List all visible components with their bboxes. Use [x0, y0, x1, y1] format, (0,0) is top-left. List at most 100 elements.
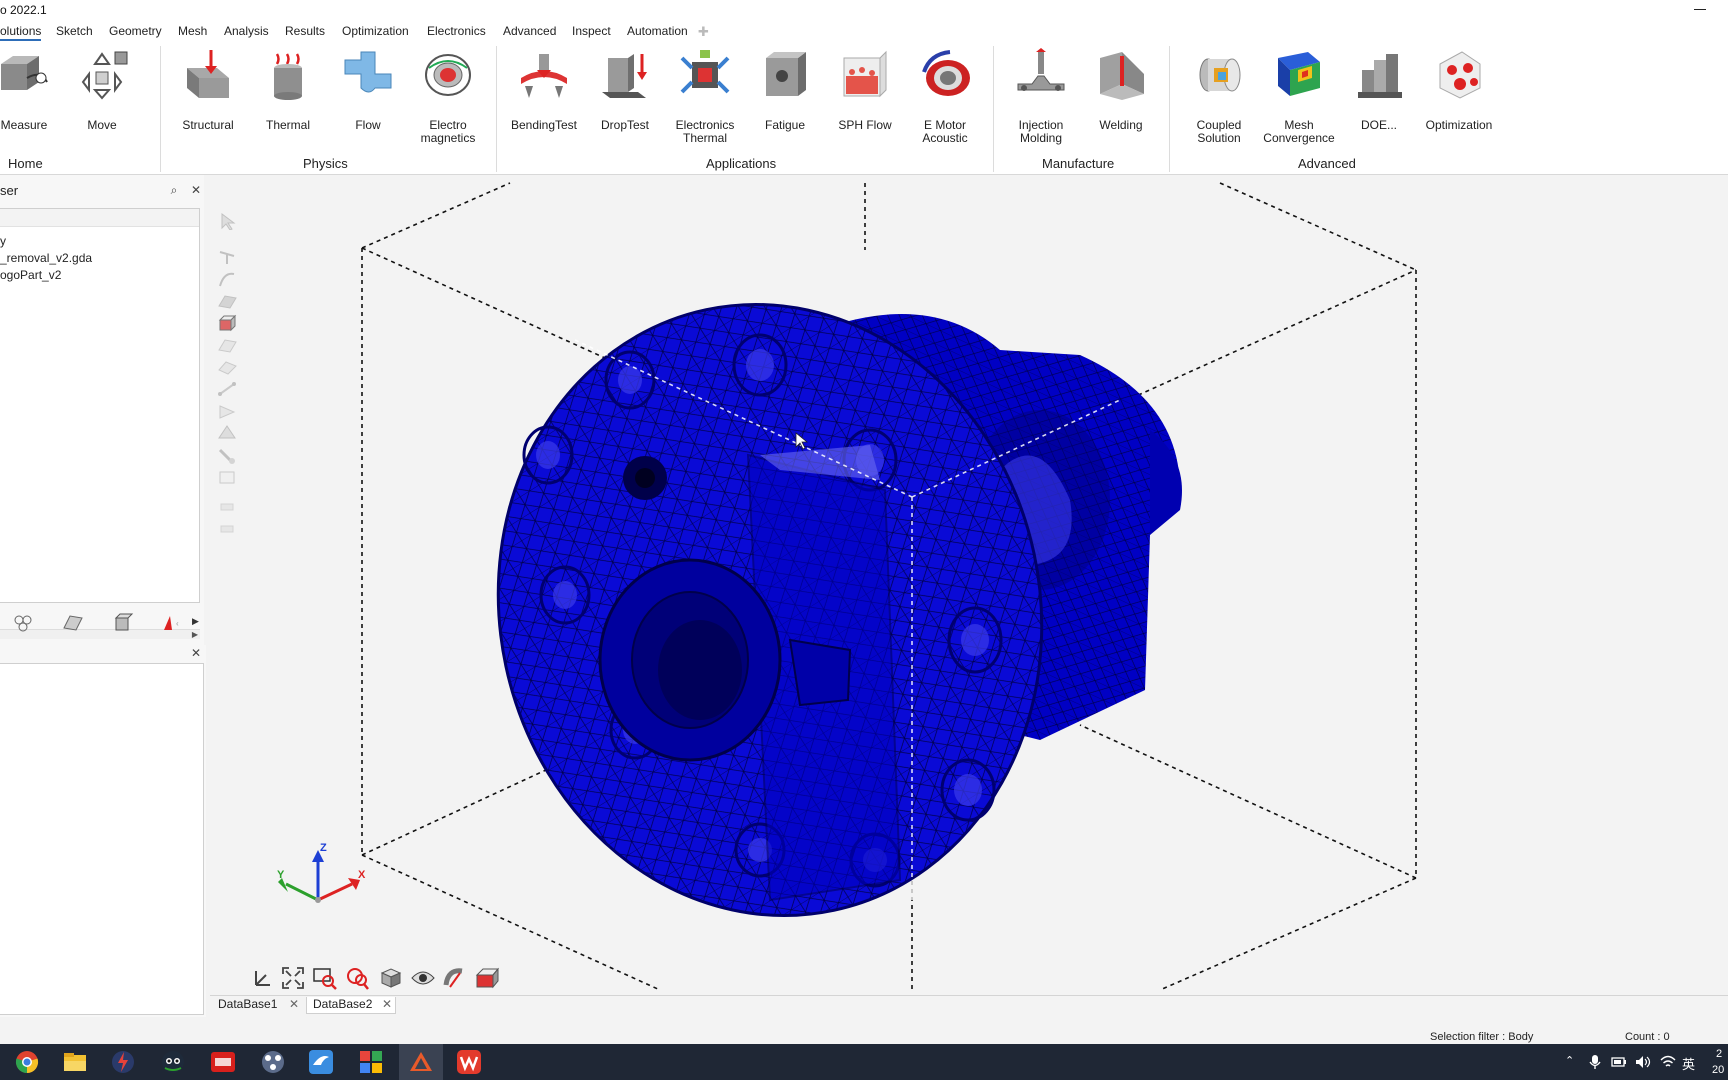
mesh-tab-icon[interactable] [60, 612, 86, 634]
input-method-indicator[interactable]: 英 [1682, 1054, 1695, 1073]
minimize-button[interactable] [1690, 0, 1710, 20]
tab-database1[interactable]: DataBase1 ✕ [212, 997, 302, 1014]
droptest-icon [602, 54, 647, 98]
move-icon [81, 51, 128, 100]
menu-geometry[interactable]: Geometry [109, 24, 162, 38]
render-mode-icon[interactable] [474, 965, 500, 991]
doe-icon [1358, 54, 1402, 98]
select-mesh-face-icon[interactable] [216, 336, 238, 354]
menu-advanced[interactable]: Advanced [503, 24, 556, 38]
simsolid-app-icon[interactable] [408, 1049, 434, 1075]
coupled-solution-icon [1199, 58, 1241, 92]
select-node-icon[interactable] [216, 380, 238, 398]
select-element-icon[interactable] [216, 358, 238, 376]
tree-item-part[interactable]: ogoPart_v2 [0, 268, 61, 282]
view-cube-icon[interactable] [378, 965, 404, 991]
fit-view-icon[interactable] [280, 965, 306, 991]
status-bar: Selection filter : Body Count : 0 [0, 1022, 1728, 1044]
app-icon-grid[interactable] [358, 1049, 384, 1075]
microphone-icon[interactable] [1588, 1054, 1602, 1070]
group-applications-label: Applications [706, 156, 777, 171]
select-curve-icon[interactable] [216, 270, 238, 288]
select-box-icon[interactable] [216, 468, 238, 486]
menu-solutions[interactable]: olutions [0, 24, 42, 41]
group-physics-label: Physics [303, 156, 348, 171]
battery-icon[interactable] [1611, 1055, 1627, 1069]
app-icon-network[interactable] [260, 1049, 286, 1075]
results-tab-icon[interactable]: ‹ [160, 612, 186, 634]
assembly-tab-icon[interactable] [10, 612, 36, 634]
browser-title: ser [0, 183, 19, 198]
menu-results[interactable]: Results [285, 24, 325, 38]
select-group-icon[interactable] [216, 520, 238, 538]
menu-optimization[interactable]: Optimization [342, 24, 409, 38]
tree-item-root[interactable]: y [0, 234, 6, 248]
visibility-eye-icon[interactable] [410, 965, 436, 991]
model-browser-panel: ser ⌕ ✕ y _removal_v2.gda ogoPart_v2 ▶ ‹… [0, 175, 204, 645]
thermal-icon [274, 53, 302, 100]
close-icon[interactable]: ✕ [382, 997, 392, 1011]
tree-item-gda-file[interactable]: _removal_v2.gda [0, 251, 92, 265]
tray-expand-icon[interactable]: ⌃ [1565, 1054, 1574, 1067]
injection-molding-icon [1017, 48, 1065, 91]
zoom-box-icon[interactable] [312, 965, 338, 991]
menu-sketch[interactable]: Sketch [56, 24, 93, 38]
select-face-icon[interactable] [216, 292, 238, 310]
bendingtest-label: BendingTest [510, 118, 578, 132]
axis-triad [278, 850, 360, 903]
wifi-icon[interactable] [1660, 1055, 1676, 1069]
svg-text:‹: ‹ [176, 619, 179, 628]
close-icon[interactable]: ✕ [190, 184, 202, 196]
z-axis-label: Z [320, 842, 327, 854]
properties-panel: ✕ [0, 645, 206, 1017]
select-body-icon[interactable] [216, 314, 238, 332]
panel-tab-strip: ‹ ▶ [0, 610, 204, 638]
fatigue-icon [766, 52, 806, 96]
optimization-icon [1439, 51, 1481, 99]
zoom-icon[interactable] [344, 965, 370, 991]
selection-filter-status[interactable]: Selection filter : Body [1430, 1031, 1533, 1043]
triad-view-icon[interactable] [250, 965, 276, 991]
clock-time[interactable]: 2 [1716, 1048, 1722, 1060]
app-icon-bolt[interactable] [110, 1049, 136, 1075]
app-icon-bird[interactable] [308, 1049, 334, 1075]
clock-date[interactable]: 20 [1712, 1064, 1724, 1076]
wps-office-icon[interactable] [456, 1049, 482, 1075]
close-icon[interactable]: ✕ [289, 997, 299, 1011]
select-edge-icon[interactable] [216, 248, 238, 266]
coupled-solution-label: Coupled Solution [1196, 118, 1242, 145]
tab-scroll-right-icon[interactable]: ▶ [192, 616, 199, 627]
select-brush-icon[interactable] [216, 446, 238, 464]
chrome-icon[interactable] [14, 1049, 40, 1075]
select-triangle-icon[interactable] [216, 402, 238, 420]
volume-icon[interactable] [1635, 1055, 1651, 1069]
graphics-viewport[interactable]: Z X Y [210, 175, 1728, 995]
select-part-icon[interactable] [216, 498, 238, 516]
emotor-acoustic-label: E Motor Acoustic [922, 118, 968, 145]
menu-inspect[interactable]: Inspect [572, 24, 611, 38]
measure-icon [1, 56, 48, 90]
droptest-label: DropTest [600, 118, 650, 132]
close-icon[interactable]: ✕ [190, 647, 202, 659]
measure-label: Measure [0, 118, 48, 132]
file-explorer-icon[interactable] [62, 1049, 88, 1075]
select-tetra-icon[interactable] [216, 424, 238, 442]
menu-electronics[interactable]: Electronics [427, 24, 486, 38]
add-tab-icon[interactable]: ✚ [698, 24, 709, 40]
mesh-scene[interactable] [210, 175, 1728, 995]
search-icon[interactable]: ⌕ [168, 184, 180, 196]
app-icon-red[interactable] [210, 1049, 236, 1075]
menu-analysis[interactable]: Analysis [224, 24, 269, 38]
fatigue-label: Fatigue [764, 118, 806, 132]
taskbar: ⌃ 英 2 20 [0, 1044, 1728, 1080]
view-toolbar [250, 965, 510, 993]
select-pointer-icon[interactable] [216, 212, 238, 230]
optimization-label: Optimization [1425, 118, 1493, 132]
group-advanced-label: Advanced [1298, 156, 1356, 171]
geometry-tab-icon[interactable] [110, 612, 136, 634]
menu-mesh[interactable]: Mesh [178, 24, 207, 38]
section-view-icon[interactable] [442, 965, 468, 991]
tab-database2[interactable]: DataBase2 ✕ [306, 997, 396, 1014]
app-icon-owl[interactable] [160, 1049, 186, 1075]
menu-automation[interactable]: Automation [627, 24, 688, 38]
